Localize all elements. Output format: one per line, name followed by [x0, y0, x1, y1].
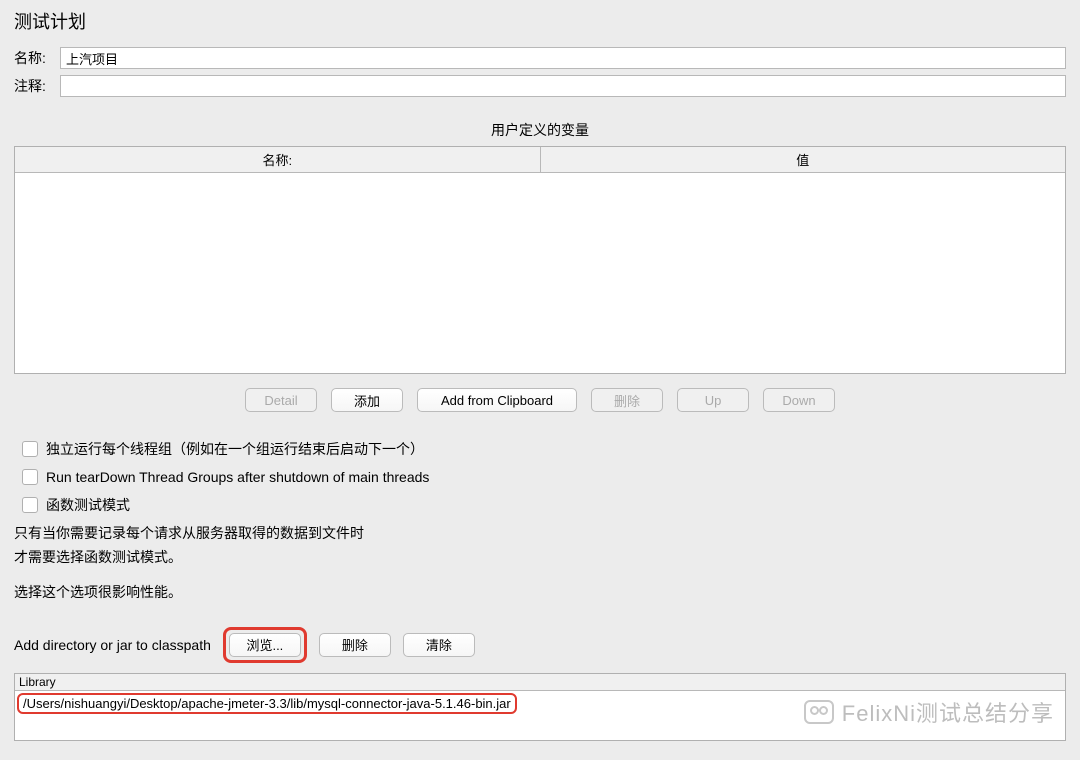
- user-vars-table[interactable]: 名称: 值: [14, 146, 1066, 374]
- detail-button: Detail: [245, 388, 317, 412]
- note-line3: 选择这个选项很影响性能。: [0, 569, 1080, 605]
- classpath-label: Add directory or jar to classpath: [14, 637, 211, 653]
- add-clipboard-button[interactable]: Add from Clipboard: [417, 388, 577, 412]
- teardown-checkbox[interactable]: [22, 469, 38, 485]
- library-row-0[interactable]: /Users/nishuangyi/Desktop/apache-jmeter-…: [23, 696, 511, 711]
- comment-input[interactable]: [60, 75, 1066, 97]
- down-button: Down: [763, 388, 835, 412]
- page-title: 测试计划: [0, 0, 1080, 44]
- note-line2: 才需要选择函数测试模式。: [0, 546, 1080, 570]
- name-input[interactable]: [60, 47, 1066, 69]
- funcmode-checkbox[interactable]: [22, 497, 38, 513]
- teardown-label: Run tearDown Thread Groups after shutdow…: [46, 469, 429, 485]
- delete-classpath-button[interactable]: 删除: [319, 633, 391, 657]
- column-value: 值: [541, 147, 1066, 172]
- user-vars-title: 用户定义的变量: [0, 100, 1080, 146]
- library-row-highlight: /Users/nishuangyi/Desktop/apache-jmeter-…: [17, 693, 517, 714]
- column-name: 名称:: [15, 147, 541, 172]
- clear-classpath-button[interactable]: 清除: [403, 633, 475, 657]
- delete-var-button: 删除: [591, 388, 663, 412]
- serialize-label: 独立运行每个线程组（例如在一个组运行结束后启动下一个）: [46, 439, 424, 459]
- highlight-browse: 浏览...: [223, 627, 307, 663]
- name-label: 名称:: [14, 48, 60, 68]
- note-line1: 只有当你需要记录每个请求从服务器取得的数据到文件时: [0, 522, 1080, 546]
- up-button: Up: [677, 388, 749, 412]
- comment-label: 注释:: [14, 76, 60, 96]
- browse-button[interactable]: 浏览...: [229, 633, 301, 657]
- serialize-checkbox[interactable]: [22, 441, 38, 457]
- library-table[interactable]: Library /Users/nishuangyi/Desktop/apache…: [14, 673, 1066, 741]
- library-header: Library: [15, 674, 1065, 691]
- funcmode-label: 函数测试模式: [46, 495, 130, 515]
- add-button[interactable]: 添加: [331, 388, 403, 412]
